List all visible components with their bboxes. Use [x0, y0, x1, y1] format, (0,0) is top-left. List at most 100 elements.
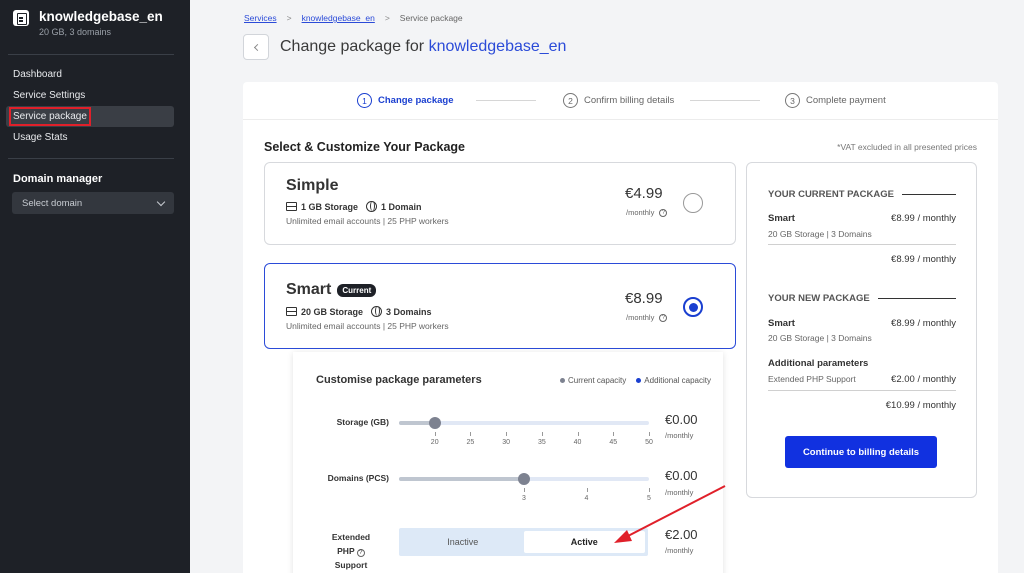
summary-divider — [768, 244, 956, 245]
storage-slider-thumb[interactable] — [428, 417, 441, 429]
slider-tick-label: 35 — [537, 439, 546, 446]
help-icon[interactable]: ? — [659, 208, 668, 217]
sidebar: knowledgebase_en 20 GB, 3 domains Dashbo… — [0, 0, 190, 573]
globe-icon — [371, 306, 383, 317]
current-package-details-row: 20 GB Storage | 3 Domains — [768, 229, 956, 239]
domains-label: Domains (PCS) — [327, 473, 389, 483]
new-package-name: Smart — [768, 318, 795, 329]
sidebar-item-service-package[interactable]: Service package — [6, 106, 174, 127]
sidebar-divider — [8, 54, 174, 55]
new-package-total: €10.99 / monthly — [885, 400, 956, 411]
sidebar-item-usage-stats[interactable]: Usage Stats — [6, 127, 174, 148]
php-label-line: Support — [334, 560, 368, 570]
additional-params-title: Additional parameters — [768, 358, 869, 369]
slider-tick-label: 4 — [584, 495, 589, 502]
step-confirm-billing: 2 Confirm billing details — [563, 93, 674, 108]
package-radio-simple[interactable] — [683, 193, 703, 213]
package-card-simple[interactable]: Simple 1 GB Storage 1 Domain Unlimited e… — [264, 162, 736, 245]
vat-note: *VAT excluded in all presented prices — [837, 142, 977, 152]
step-label: Confirm billing details — [584, 95, 675, 106]
section-title: Select & Customize Your Package — [264, 140, 466, 154]
slider-fill — [399, 477, 524, 481]
step-number: 2 — [563, 93, 578, 108]
breadcrumb-separator: > — [286, 13, 292, 23]
brand-subtitle: 20 GB, 3 domains — [39, 27, 112, 37]
php-label-line: PHP ? — [315, 544, 387, 558]
summary-divider — [768, 390, 956, 391]
legend-additional: Additional capacity — [636, 376, 711, 385]
storage-slider[interactable]: 20 25 30 35 40 45 50 — [399, 417, 653, 446]
slider-tick — [577, 432, 579, 436]
continue-to-billing-button[interactable]: Continue to billing details — [785, 436, 937, 468]
slider-tick — [470, 432, 472, 436]
sidebar-item-label: Usage Stats — [13, 132, 68, 143]
storage-label: Storage (GB) — [336, 417, 389, 427]
storage-icon — [286, 307, 297, 316]
php-option-active[interactable]: Active — [523, 531, 645, 553]
sidebar-item-label: Service Settings — [13, 90, 86, 101]
package-domains: 1 Domain — [381, 201, 422, 212]
domains-slider-thumb[interactable] — [518, 473, 530, 485]
new-package-details: 20 GB Storage | 3 Domains — [768, 333, 872, 343]
sidebar-item-dashboard[interactable]: Dashboard — [6, 64, 174, 85]
sidebar-item-service-settings[interactable]: Service Settings — [6, 85, 174, 106]
step-label: Change package — [378, 95, 454, 106]
help-icon[interactable]: ? — [659, 313, 668, 322]
dot-icon — [560, 378, 566, 383]
package-summary: YOUR CURRENT PACKAGE Smart €8.99 / month… — [746, 162, 977, 498]
package-radio-smart[interactable] — [683, 297, 703, 317]
package-name-text: Smart — [286, 281, 332, 298]
package-specs: 1 GB Storage 1 Domain — [286, 201, 422, 212]
slider-tick-label: 20 — [430, 439, 439, 446]
new-package-details-row: 20 GB Storage | 3 Domains — [768, 333, 956, 343]
breadcrumb-services-link[interactable]: Services — [244, 13, 277, 23]
brand: knowledgebase_en 20 GB, 3 domains — [13, 9, 163, 37]
php-label-line: Extended — [331, 532, 371, 542]
additional-item-name: Extended PHP Support — [768, 374, 856, 384]
php-label-line-text: PHP — [337, 546, 355, 556]
slider-tick — [649, 432, 650, 436]
package-storage: 1 GB Storage — [301, 201, 359, 212]
package-period: /monthly? — [626, 313, 668, 322]
slider-tick — [541, 432, 543, 436]
additional-item-row: Extended PHP Support €2.00 / monthly — [768, 374, 956, 385]
capacity-legend: Current capacity Additional capacity — [560, 376, 711, 385]
domains-period: /monthly — [665, 488, 694, 497]
step-complete-payment: 3 Complete payment — [785, 93, 886, 108]
php-option-inactive[interactable]: Inactive — [402, 531, 524, 553]
package-name-text: Simple — [286, 177, 339, 194]
slider-tick — [434, 432, 436, 436]
step-label: Complete payment — [806, 95, 886, 106]
package-period-text: /monthly — [626, 208, 655, 217]
slider-tick-label: 3 — [522, 495, 526, 502]
new-package-row: Smart €8.99 / monthly — [768, 318, 956, 329]
globe-icon — [366, 201, 378, 212]
step-connector — [690, 100, 760, 101]
php-price: €2.00 — [665, 527, 698, 542]
package-card-smart[interactable]: Smart Current 20 GB Storage 3 Domains Un… — [264, 263, 736, 349]
domains-slider[interactable]: 3 4 5 — [399, 473, 651, 502]
package-subtext: Unlimited email accounts | 25 PHP worker… — [286, 216, 449, 226]
slider-tick-label: 25 — [466, 439, 475, 446]
help-icon[interactable]: ? — [356, 549, 365, 557]
back-button[interactable] — [243, 34, 269, 60]
php-period: /monthly — [665, 546, 694, 555]
package-period-text: /monthly — [626, 313, 655, 322]
new-package-price: €8.99 / monthly — [891, 318, 956, 329]
current-package-heading: YOUR CURRENT PACKAGE — [768, 189, 956, 200]
slider-tick — [649, 488, 650, 492]
legend-current: Current capacity — [560, 376, 626, 385]
current-package-price: €8.99 / monthly — [891, 213, 956, 224]
domain-select[interactable]: Select domain — [12, 192, 174, 214]
legend-additional-label: Additional capacity — [644, 376, 711, 385]
brand-name: knowledgebase_en — [39, 9, 163, 24]
page-title: Change package for knowledgebase_en — [280, 38, 566, 56]
php-toggle: Inactive Active — [399, 528, 648, 556]
storage-price: €0.00 — [665, 412, 698, 427]
storage-icon — [286, 202, 297, 211]
step-number: 3 — [785, 93, 800, 108]
breadcrumb-service-link[interactable]: knowledgebase_en — [302, 13, 375, 23]
breadcrumb-current: Service package — [399, 13, 463, 23]
additional-item-price: €2.00 / monthly — [891, 374, 956, 385]
slider-tick — [524, 488, 525, 492]
